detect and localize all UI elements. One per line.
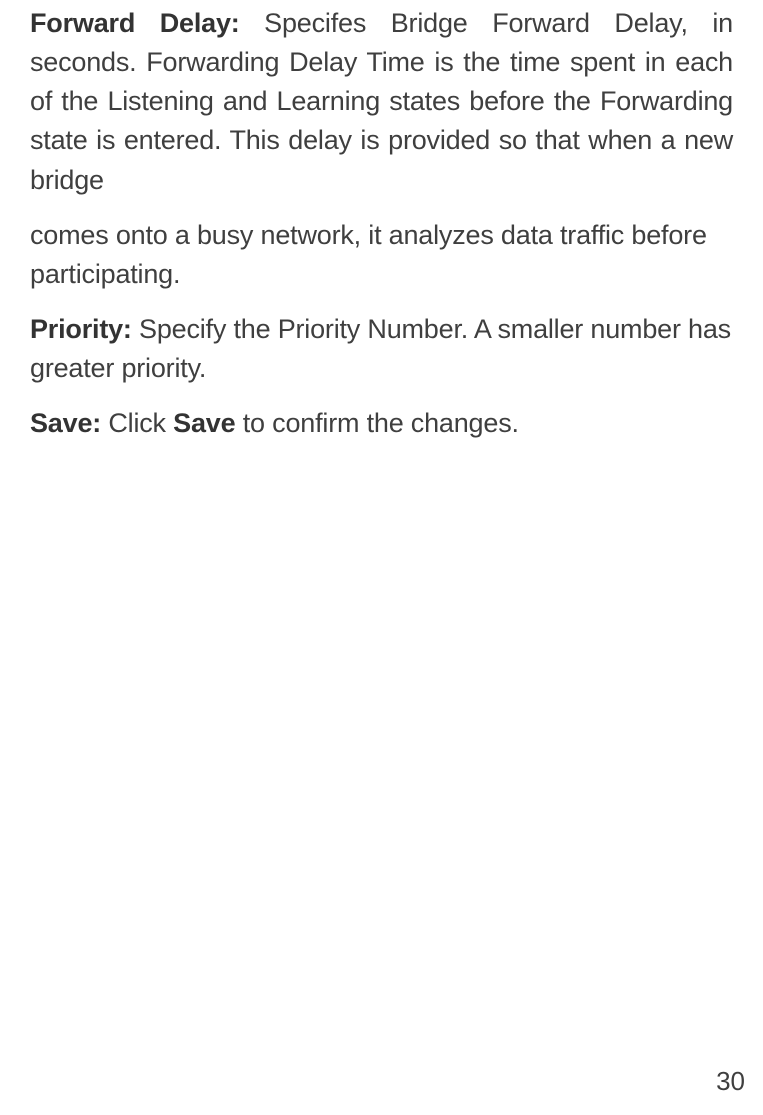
priority-label: Priority: [30,314,132,344]
priority-paragraph: Priority: Specify the Priority Number. A… [30,310,733,388]
save-text-before: Click [101,408,173,438]
save-paragraph: Save: Click Save to confirm the changes. [30,404,733,443]
save-bold-word: Save [173,408,235,438]
save-text-after: to confirm the changes. [235,408,518,438]
priority-text: Specify the Priority Number. A smaller n… [30,314,731,383]
page-number: 30 [716,1066,745,1097]
forward-delay-paragraph-2: comes onto a busy network, it analyzes d… [30,216,733,294]
forward-delay-text-2: comes onto a busy network, it analyzes d… [30,220,707,289]
save-label: Save: [30,408,101,438]
forward-delay-label: Forward Delay: [30,8,240,38]
document-content: Forward Delay: Specifes Bridge Forward D… [30,0,733,443]
forward-delay-paragraph-1: Forward Delay: Specifes Bridge Forward D… [30,4,733,200]
